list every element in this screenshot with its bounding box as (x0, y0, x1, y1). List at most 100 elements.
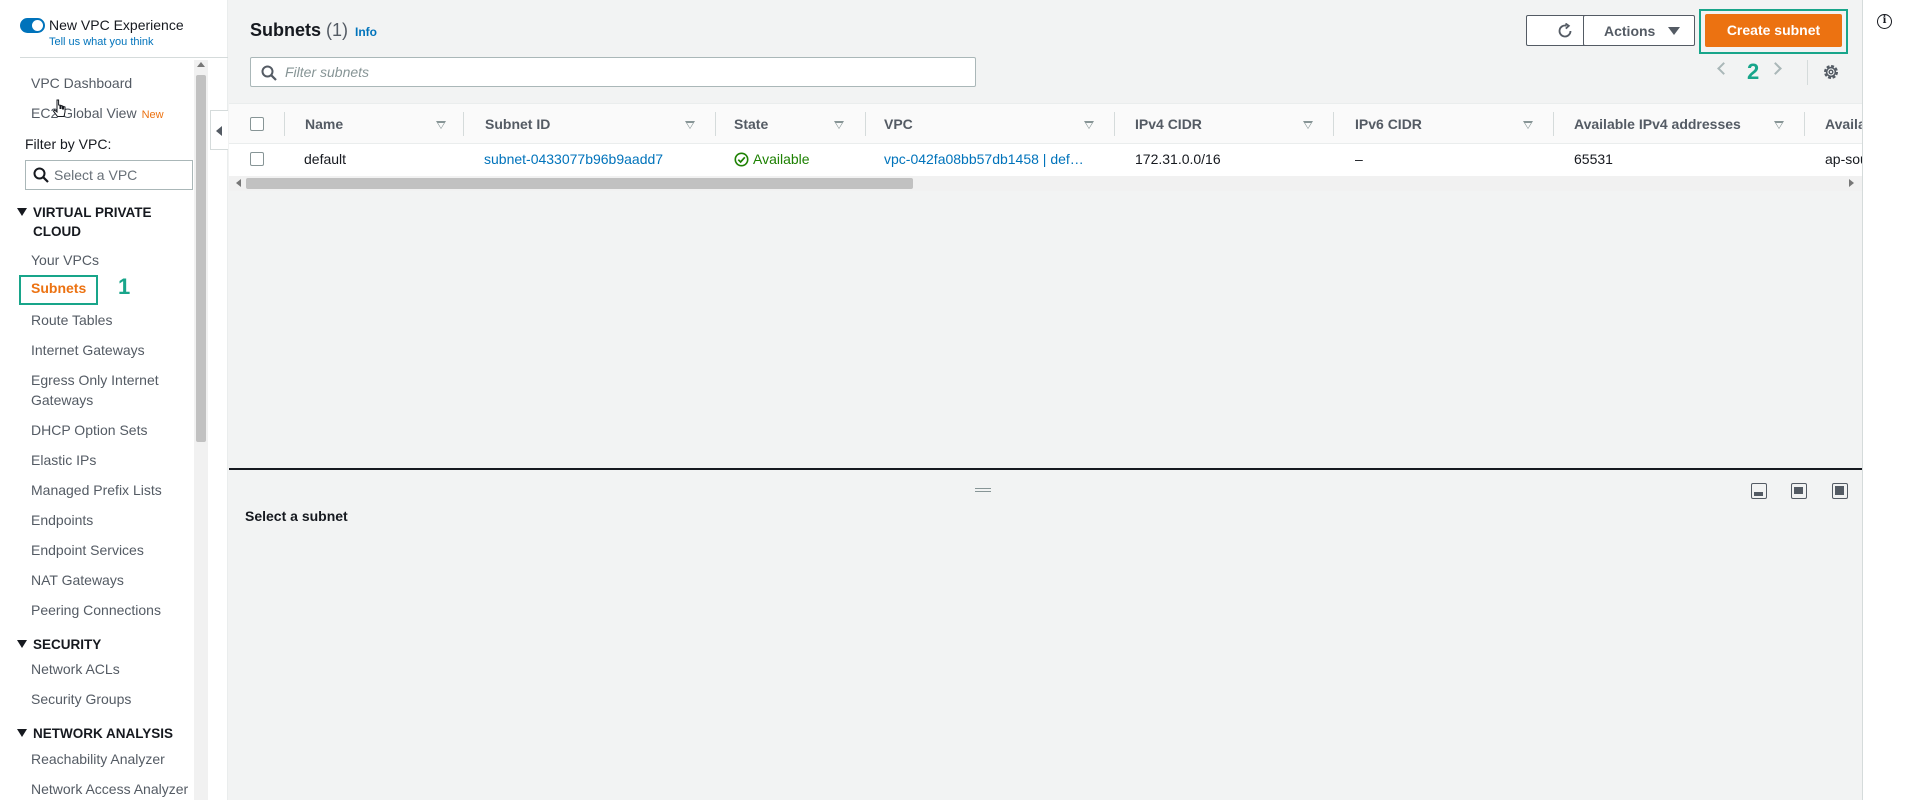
panel-side-position-icon[interactable] (1791, 483, 1807, 499)
cell-available-ipv4: 65531 (1574, 151, 1613, 167)
new-badge: New (141, 109, 164, 121)
column-divider (284, 112, 285, 136)
sidebar-item-nat-gateways[interactable]: NAT Gateways (31, 570, 124, 590)
check-circle-icon (734, 152, 749, 167)
column-header-ipv4-cidr[interactable]: IPv4 CIDR (1135, 116, 1202, 132)
page-title: Subnets (1) (250, 20, 348, 41)
info-icon[interactable]: i (1877, 14, 1892, 29)
section-network-analysis[interactable]: NETWORK ANALYSIS (17, 724, 173, 743)
sidebar-item-endpoints[interactable]: Endpoints (31, 510, 93, 530)
resize-handle-icon[interactable] (975, 488, 991, 492)
column-header-availability-zone[interactable]: Availa (1825, 116, 1862, 132)
actions-dropdown[interactable]: Actions (1583, 15, 1695, 46)
pagination-divider (1807, 60, 1808, 85)
sidebar-nav: VPC Dashboard EC2 Global View New Filter … (0, 60, 228, 800)
mouse-pointer-icon (53, 99, 66, 117)
sort-icon[interactable] (834, 121, 844, 129)
sidebar-scrollbar[interactable] (194, 60, 208, 800)
sidebar-item-network-acls[interactable]: Network ACLs (31, 659, 120, 679)
scroll-up-arrow-icon[interactable] (197, 62, 205, 67)
select-all-checkbox[interactable] (250, 117, 264, 131)
sort-icon[interactable] (1084, 121, 1094, 129)
search-icon (261, 65, 277, 81)
gear-icon[interactable] (1822, 63, 1840, 81)
sidebar-scrollbar-thumb[interactable] (196, 75, 206, 442)
sidebar-item-endpoint-services[interactable]: Endpoint Services (31, 540, 144, 560)
section-security[interactable]: SECURITY (17, 635, 173, 654)
collapse-sidebar-button[interactable] (210, 110, 228, 150)
sort-icon[interactable] (1774, 121, 1784, 129)
panel-full-position-icon[interactable] (1832, 483, 1848, 499)
cell-vpc-link[interactable]: vpc-042fa08bb57db1458 | def… (884, 151, 1084, 167)
column-header-state[interactable]: State (734, 116, 768, 132)
column-header-ipv6-cidr[interactable]: IPv6 CIDR (1355, 116, 1422, 132)
sort-icon[interactable] (1303, 121, 1313, 129)
cell-subnet-id-link[interactable]: subnet-0433077b96b9aadd7 (484, 151, 663, 167)
scroll-right-arrow-icon[interactable] (1849, 179, 1854, 187)
sidebar-item-dhcp-option-sets[interactable]: DHCP Option Sets (31, 420, 147, 440)
sidebar-item-security-groups[interactable]: Security Groups (31, 689, 131, 709)
table-header: Name Subnet ID State VPC IPv4 CIDR IPv6 … (229, 104, 1862, 144)
sidebar-item-subnets[interactable]: Subnets (31, 280, 86, 296)
filter-subnets-field[interactable] (250, 57, 976, 87)
column-header-name[interactable]: Name (305, 116, 343, 132)
subnets-table: Name Subnet ID State VPC IPv4 CIDR IPv6 … (229, 103, 1862, 178)
column-header-vpc[interactable]: VPC (884, 116, 913, 132)
row-checkbox[interactable] (250, 152, 264, 166)
panel-bottom-position-icon[interactable] (1751, 483, 1767, 499)
section-network-analysis-title: NETWORK ANALYSIS (33, 726, 174, 741)
create-subnet-button[interactable]: Create subnet (1705, 14, 1842, 47)
ec2-global-view-label: EC2 Global View (31, 105, 137, 121)
actions-label: Actions (1604, 23, 1656, 39)
section-virtual-private-cloud[interactable]: VIRTUAL PRIVATE CLOUD (17, 203, 173, 241)
column-divider (1114, 112, 1115, 136)
filter-subnets-input[interactable] (285, 62, 965, 82)
step-marker-2: 2 (1747, 59, 1760, 84)
cell-state: Available (753, 151, 810, 167)
sidebar-divider (20, 57, 228, 58)
column-header-subnet-id[interactable]: Subnet ID (485, 116, 550, 132)
sidebar-item-internet-gateways[interactable]: Internet Gateways (31, 340, 145, 360)
filter-by-vpc-label: Filter by VPC: (25, 136, 112, 152)
chevron-right-icon[interactable] (1769, 62, 1782, 75)
new-experience-toggle[interactable] (20, 18, 45, 33)
sort-icon[interactable] (1523, 121, 1533, 129)
sidebar-item-egress-only-internet-gateways[interactable]: Egress Only Internet Gateways (31, 370, 181, 410)
caret-down-icon (1668, 27, 1680, 35)
sidebar-item-elastic-ips[interactable]: Elastic IPs (31, 450, 96, 470)
table-horizontal-scrollbar[interactable] (229, 176, 1862, 191)
tools-strip: i (1862, 0, 1905, 800)
sidebar-item-reachability-analyzer[interactable]: Reachability Analyzer (31, 749, 165, 769)
subnets-panel: Subnets (1) Info Actions Create subnet 2… (229, 0, 1862, 468)
sidebar-item-peering-connections[interactable]: Peering Connections (31, 600, 161, 620)
sort-icon[interactable] (436, 121, 446, 129)
column-header-available-ipv4[interactable]: Available IPv4 addresses (1574, 116, 1741, 132)
sidebar-item-managed-prefix-lists[interactable]: Managed Prefix Lists (31, 480, 162, 500)
table-scrollbar-thumb[interactable] (246, 178, 913, 189)
split-panel: Select a subnet (229, 468, 1862, 800)
caret-down-icon (17, 208, 27, 216)
sidebar-item-ec2-global-view[interactable]: EC2 Global View New (31, 103, 164, 125)
section-security-title: SECURITY (33, 637, 102, 652)
sidebar-item-network-access-analyzer[interactable]: Network Access Analyzer (31, 779, 188, 799)
sidebar-item-vpc-dashboard[interactable]: VPC Dashboard (31, 73, 132, 93)
main-content: Subnets (1) Info Actions Create subnet 2… (229, 0, 1862, 800)
page-title-text: Subnets (250, 20, 322, 40)
scroll-left-arrow-icon[interactable] (236, 179, 241, 187)
sort-icon[interactable] (685, 121, 695, 129)
search-icon (33, 167, 49, 183)
table-row[interactable]: default subnet-0433077b96b9aadd7 Availab… (229, 144, 1862, 175)
info-link[interactable]: Info (355, 25, 377, 39)
vpc-filter-input[interactable] (54, 165, 189, 185)
cell-availability-zone: ap-sou (1825, 151, 1862, 167)
feedback-link[interactable]: Tell us what you think (49, 36, 154, 48)
column-divider (1333, 112, 1334, 136)
subnet-count: (1) (326, 20, 349, 40)
new-experience-label: New VPC Experience (49, 17, 184, 33)
sidebar-item-route-tables[interactable]: Route Tables (31, 310, 112, 330)
cell-ipv4-cidr: 172.31.0.0/16 (1135, 151, 1221, 167)
column-divider (715, 112, 716, 136)
chevron-left-icon[interactable] (1717, 62, 1730, 75)
vpc-filter-select[interactable] (25, 160, 193, 190)
sidebar-item-your-vpcs[interactable]: Your VPCs (31, 250, 99, 270)
